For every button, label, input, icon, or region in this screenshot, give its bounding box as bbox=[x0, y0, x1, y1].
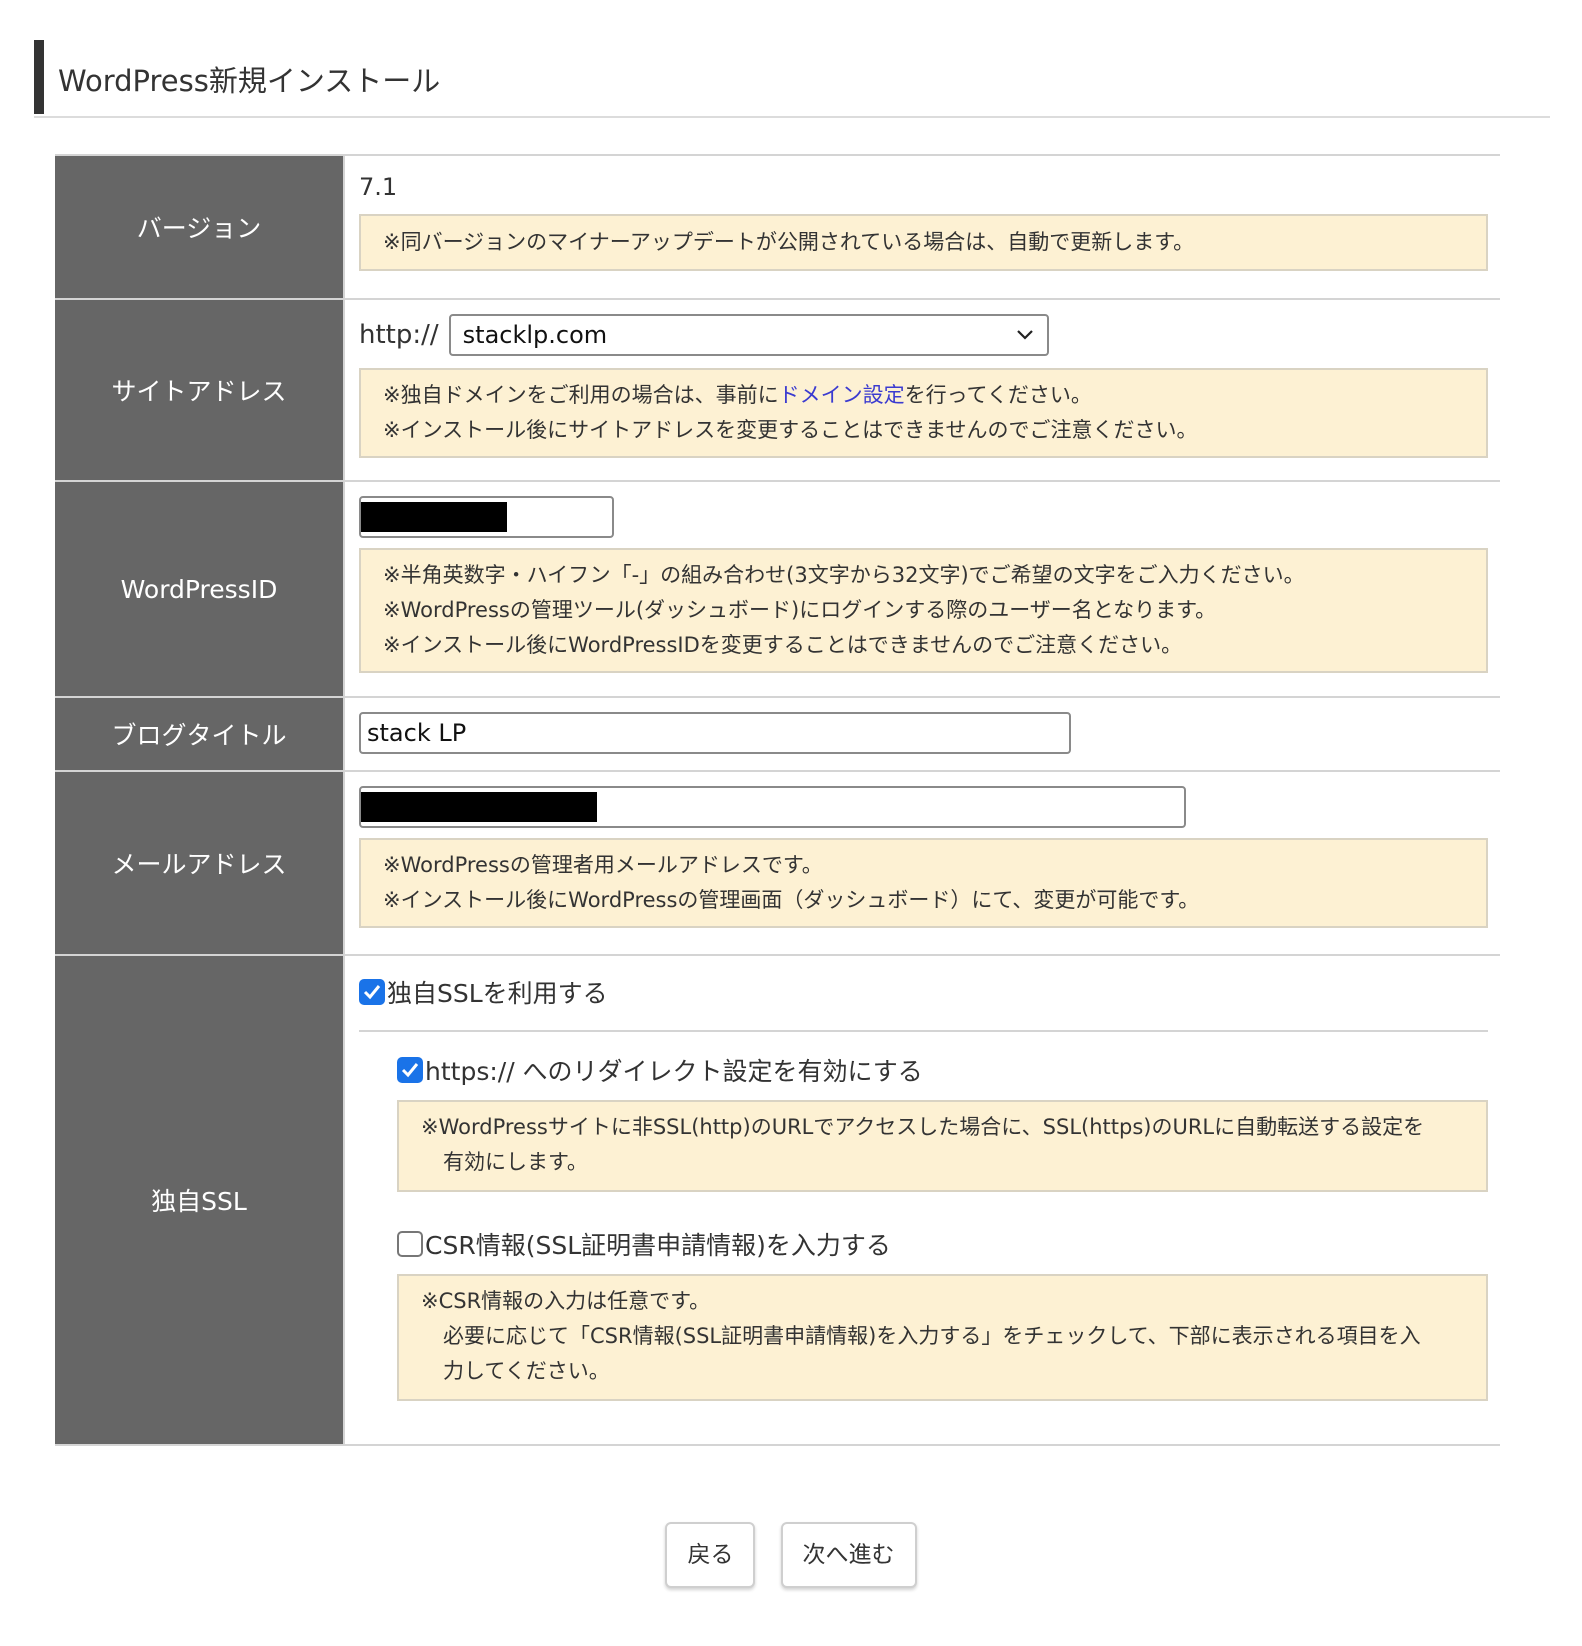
site-address-note: ※独自ドメインをご利用の場合は、事前にドメイン設定を行ってください。 ※インスト… bbox=[359, 368, 1488, 458]
wordpress-id-note-line2: ※WordPressの管理ツール(ダッシュボード)にログインする際のユーザー名と… bbox=[383, 598, 1217, 622]
row-version: バージョン 7.1 ※同バージョンのマイナーアップデートが公開されている場合は、… bbox=[55, 156, 1500, 300]
wordpress-id-note-line3: ※インストール後にWordPressIDを変更することはできませんのでご注意くだ… bbox=[383, 633, 1183, 657]
checkmark-icon bbox=[363, 985, 381, 1000]
row-ssl: 独自SSL 独自SSLを利用する https:// へのリダイレクト設定を有効に… bbox=[55, 956, 1500, 1446]
csr-note-line3: 力してください。 bbox=[443, 1359, 610, 1383]
csr-label: CSR情報(SSL証明書申請情報)を入力する bbox=[425, 1231, 891, 1260]
csr-checkbox[interactable] bbox=[397, 1231, 423, 1257]
row-body-email: ※WordPressの管理者用メールアドレスです。 ※インストール後にWordP… bbox=[343, 772, 1500, 954]
site-address-note-text-before: ※独自ドメインをご利用の場合は、事前に bbox=[383, 383, 779, 407]
domain-select[interactable]: stacklp.com bbox=[448, 314, 1049, 356]
version-note-text: ※同バージョンのマイナーアップデートが公開されている場合は、自動で更新します。 bbox=[383, 230, 1195, 254]
site-address-prefix: http:// bbox=[359, 320, 439, 350]
row-body-site-address: http:// stacklp.com ※独自ドメインをご利用の場合は、事前にド… bbox=[343, 300, 1500, 480]
ssl-sub-options: https:// へのリダイレクト設定を有効にする ※WordPressサイトに… bbox=[359, 1052, 1488, 1401]
row-body-ssl: 独自SSLを利用する https:// へのリダイレクト設定を有効にする ※Wo… bbox=[343, 956, 1500, 1444]
row-email: メールアドレス ※WordPressの管理者用メールアドレスです。 ※インストー… bbox=[55, 772, 1500, 956]
wordpress-id-input[interactable] bbox=[359, 496, 614, 538]
email-note: ※WordPressの管理者用メールアドレスです。 ※インストール後にWordP… bbox=[359, 838, 1488, 928]
redirect-note-line2: 有効にします。 bbox=[443, 1150, 588, 1174]
version-value: 7.1 bbox=[359, 173, 398, 201]
email-note-line1: ※WordPressの管理者用メールアドレスです。 bbox=[383, 853, 823, 877]
redirect-checkbox[interactable] bbox=[397, 1057, 423, 1083]
use-ssl-checkbox[interactable] bbox=[359, 979, 385, 1005]
wordpress-id-note-line1: ※半角英数字・ハイフン「-」の組み合わせ(3文字から32文字)でご希望の文字をご… bbox=[383, 563, 1305, 587]
use-ssl-option[interactable]: 独自SSLを利用する bbox=[359, 974, 1488, 1010]
domain-select-value: stacklp.com bbox=[462, 321, 608, 349]
csr-option[interactable]: CSR情報(SSL証明書申請情報)を入力する bbox=[397, 1226, 1488, 1262]
install-form-table: バージョン 7.1 ※同バージョンのマイナーアップデートが公開されている場合は、… bbox=[55, 154, 1500, 1446]
row-label-ssl: 独自SSL bbox=[55, 956, 343, 1444]
checkmark-icon bbox=[401, 1063, 419, 1078]
row-site-address: サイトアドレス http:// stacklp.com ※独自ドメインをご利用の… bbox=[55, 300, 1500, 482]
domain-settings-link[interactable]: ドメイン設定 bbox=[779, 383, 905, 407]
redirect-note-line1: ※WordPressサイトに非SSL(http)のURLでアクセスした場合に、S… bbox=[421, 1115, 1425, 1139]
row-blog-title: ブログタイトル stack LP bbox=[55, 698, 1500, 772]
row-body-blog-title: stack LP bbox=[343, 698, 1500, 770]
email-note-line2: ※インストール後にWordPressの管理画面（ダッシュボード）にて、変更が可能… bbox=[383, 888, 1200, 912]
redirect-note: ※WordPressサイトに非SSL(http)のURLでアクセスした場合に、S… bbox=[397, 1100, 1488, 1192]
site-address-line: http:// stacklp.com bbox=[359, 314, 1488, 356]
version-note: ※同バージョンのマイナーアップデートが公開されている場合は、自動で更新します。 bbox=[359, 214, 1488, 271]
site-address-note-line1: ※独自ドメインをご利用の場合は、事前にドメイン設定を行ってください。 bbox=[383, 378, 1464, 413]
site-address-note-line2: ※インストール後にサイトアドレスを変更することはできませんのでご注意ください。 bbox=[383, 418, 1198, 442]
email-redacted bbox=[361, 792, 597, 822]
blog-title-input[interactable]: stack LP bbox=[359, 712, 1071, 754]
ssl-divider bbox=[359, 1030, 1488, 1032]
redirect-option[interactable]: https:// へのリダイレクト設定を有効にする bbox=[397, 1052, 1488, 1088]
row-body-version: 7.1 ※同バージョンのマイナーアップデートが公開されている場合は、自動で更新し… bbox=[343, 156, 1500, 298]
form-buttons: 戻る 次へ進む bbox=[0, 1522, 1582, 1588]
back-button[interactable]: 戻る bbox=[665, 1522, 756, 1588]
redirect-label: https:// へのリダイレクト設定を有効にする bbox=[425, 1057, 923, 1086]
use-ssl-label: 独自SSLを利用する bbox=[387, 979, 608, 1008]
row-body-wordpress-id: ※半角英数字・ハイフン「-」の組み合わせ(3文字から32文字)でご希望の文字をご… bbox=[343, 482, 1500, 696]
row-label-blog-title: ブログタイトル bbox=[55, 698, 343, 770]
csr-note: ※CSR情報の入力は任意です。 必要に応じて「CSR情報(SSL証明書申請情報)… bbox=[397, 1274, 1488, 1401]
row-label-site-address: サイトアドレス bbox=[55, 300, 343, 480]
row-label-version: バージョン bbox=[55, 156, 343, 298]
chevron-down-icon bbox=[1015, 316, 1035, 366]
row-wordpress-id: WordPressID ※半角英数字・ハイフン「-」の組み合わせ(3文字から32… bbox=[55, 482, 1500, 698]
email-input[interactable] bbox=[359, 786, 1186, 828]
row-label-email: メールアドレス bbox=[55, 772, 343, 954]
row-label-wordpress-id: WordPressID bbox=[55, 482, 343, 696]
heading-accent-bar bbox=[34, 40, 44, 114]
wordpress-id-note: ※半角英数字・ハイフン「-」の組み合わせ(3文字から32文字)でご希望の文字をご… bbox=[359, 548, 1488, 673]
wordpress-id-redacted bbox=[361, 502, 507, 532]
csr-note-line1: ※CSR情報の入力は任意です。 bbox=[421, 1289, 711, 1313]
page-title: WordPress新規インストール bbox=[58, 64, 441, 98]
csr-note-line2: 必要に応じて「CSR情報(SSL証明書申請情報)を入力する」をチェックして、下部… bbox=[443, 1324, 1421, 1348]
site-address-note-text-after: を行ってください。 bbox=[904, 383, 1092, 407]
next-button[interactable]: 次へ進む bbox=[780, 1522, 917, 1588]
page-heading: WordPress新規インストール bbox=[34, 40, 1550, 118]
